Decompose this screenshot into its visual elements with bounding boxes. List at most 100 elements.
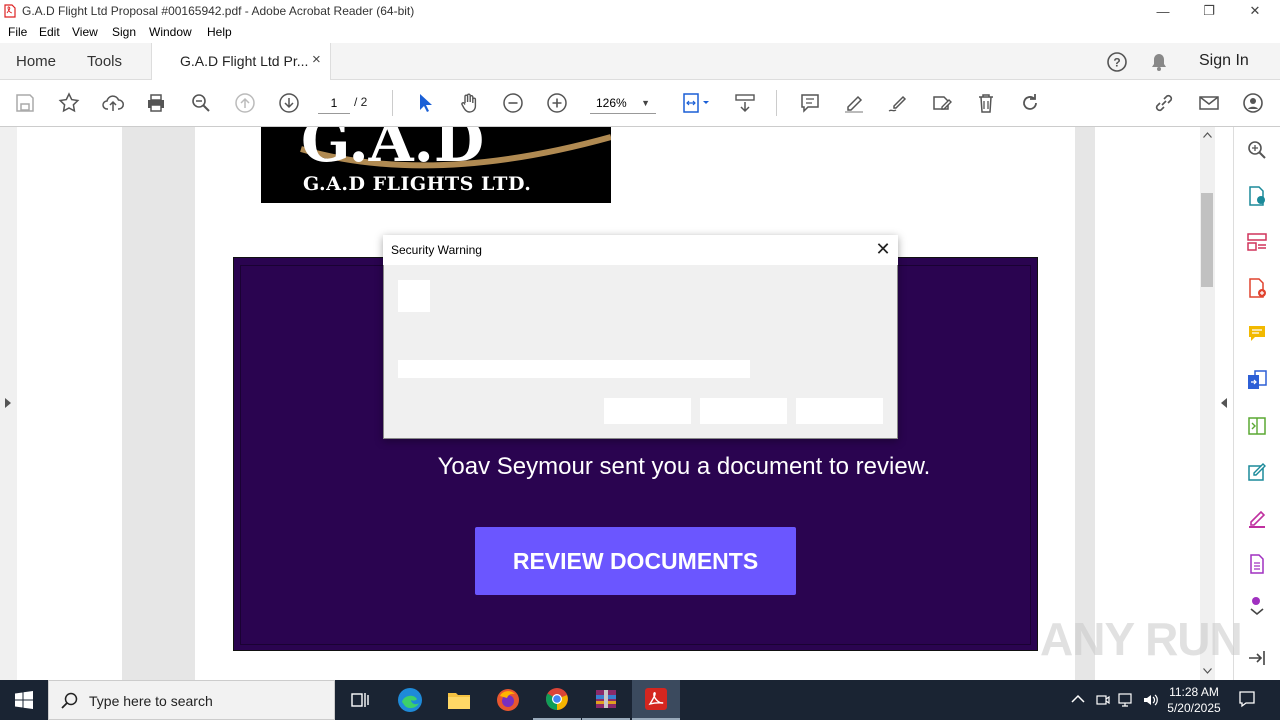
page-up-icon[interactable] (231, 89, 259, 117)
help-icon[interactable]: ? (1106, 51, 1128, 73)
page-number-input[interactable]: 1 (318, 92, 350, 114)
toolbar-divider (776, 90, 777, 116)
toolbar-divider (392, 90, 393, 116)
firefox-icon[interactable] (484, 680, 532, 720)
dialog-close-button[interactable]: ✕ (872, 238, 894, 260)
acrobat-taskbar-icon[interactable] (632, 680, 680, 720)
zoom-in-icon[interactable] (543, 89, 571, 117)
hand-tool-icon[interactable] (455, 89, 483, 117)
svg-text:?: ? (1113, 56, 1120, 70)
menu-file[interactable]: File (8, 25, 27, 39)
chevron-right-icon (5, 398, 11, 408)
windows-logo-icon (15, 691, 33, 709)
chevron-down-icon: ▼ (641, 98, 650, 108)
restore-button[interactable]: ❐ (1186, 0, 1232, 22)
dialog-button-1[interactable] (604, 398, 691, 424)
anyrun-watermark: ANY RUN (1040, 613, 1243, 665)
page-margin-right (1095, 127, 1200, 680)
combine-files-icon[interactable] (1244, 367, 1270, 393)
scrollbar-thumb[interactable] (1201, 193, 1213, 287)
fill-sign-icon[interactable] (1244, 505, 1270, 531)
comment-icon[interactable] (796, 89, 824, 117)
taskbar-search-box[interactable]: Type here to search (48, 680, 335, 720)
menu-help[interactable]: Help (207, 25, 232, 39)
window-title: G.A.D Flight Ltd Proposal #00165942.pdf … (22, 4, 415, 18)
collapse-panel-icon[interactable] (1244, 645, 1270, 671)
tab-document-label: G.A.D Flight Ltd Pr... (180, 53, 309, 69)
zoom-level-select[interactable]: 126% ▼ (590, 92, 656, 114)
meet-now-icon[interactable] (1095, 692, 1111, 708)
bell-icon[interactable] (1149, 52, 1169, 72)
trash-icon[interactable] (972, 89, 1000, 117)
more-tools-icon[interactable] (1244, 593, 1270, 619)
tab-tools[interactable]: Tools (87, 53, 122, 70)
fit-page-icon[interactable] (676, 89, 714, 117)
account-add-icon[interactable] (1239, 89, 1267, 117)
sign-in-button[interactable]: Sign In (1199, 52, 1249, 70)
notifications-icon[interactable] (1238, 690, 1256, 708)
highlight-pen-icon[interactable] (840, 89, 868, 117)
start-button[interactable] (0, 680, 48, 720)
dialog-button-2[interactable] (700, 398, 787, 424)
edit-text-icon[interactable] (928, 89, 956, 117)
svg-text:G.A.D: G.A.D (301, 127, 484, 175)
comment-tool-icon[interactable] (1244, 321, 1270, 347)
task-view-icon[interactable] (336, 680, 384, 720)
left-panel-toggle[interactable] (0, 127, 17, 680)
zoom-search-icon[interactable] (187, 89, 215, 117)
collapse-right-panel-icon[interactable] (1220, 397, 1228, 409)
clock-date: 5/20/2025 (1167, 701, 1221, 715)
page-total: / 2 (354, 95, 368, 109)
star-icon[interactable] (55, 89, 83, 117)
menu-view[interactable]: View (72, 25, 98, 39)
volume-icon[interactable] (1142, 692, 1160, 708)
select-cursor-icon[interactable] (411, 89, 439, 117)
dialog-warning-icon (398, 280, 430, 312)
logo-company-name: G.A.D FLIGHTS LTD. (303, 173, 532, 195)
edge-browser-icon[interactable] (386, 680, 434, 720)
menu-sign[interactable]: Sign (112, 25, 136, 39)
tab-close-icon[interactable]: × (312, 51, 321, 68)
dialog-title: Security Warning (391, 243, 482, 257)
close-window-button[interactable]: ✕ (1232, 0, 1278, 22)
winrar-icon[interactable] (582, 680, 630, 720)
page-gutter-left (122, 127, 195, 680)
create-pdf-icon[interactable] (1244, 275, 1270, 301)
minimize-button[interactable]: — (1140, 0, 1186, 22)
tab-document[interactable]: G.A.D Flight Ltd Pr... × (151, 43, 331, 80)
network-icon[interactable] (1118, 692, 1136, 708)
compress-pdf-icon[interactable] (1244, 413, 1270, 439)
scroll-mode-icon[interactable] (731, 89, 759, 117)
email-icon[interactable] (1195, 89, 1223, 117)
organize-pages-icon[interactable] (1244, 229, 1270, 255)
scroll-up-icon[interactable] (1203, 132, 1212, 138)
zoom-tool-icon[interactable] (1244, 137, 1270, 163)
chevron-up-icon[interactable] (1071, 694, 1085, 704)
tab-home[interactable]: Home (16, 53, 56, 70)
document-tool-icon[interactable] (1244, 551, 1270, 577)
draw-signature-icon[interactable] (884, 89, 912, 117)
acrobat-pdf-icon (4, 4, 16, 18)
upload-cloud-icon[interactable] (99, 89, 127, 117)
print-icon[interactable] (142, 89, 170, 117)
dialog-button-3[interactable] (796, 398, 883, 424)
save-icon[interactable] (11, 89, 39, 117)
scroll-down-icon[interactable] (1203, 668, 1212, 674)
page-gutter-right (1075, 127, 1095, 680)
menu-edit[interactable]: Edit (39, 25, 60, 39)
menu-window[interactable]: Window (149, 25, 192, 39)
file-explorer-icon[interactable] (435, 680, 483, 720)
zoom-value: 126% (596, 96, 627, 110)
page-down-icon[interactable] (275, 89, 303, 117)
export-pdf-icon[interactable] (1244, 183, 1270, 209)
rotate-icon[interactable] (1016, 89, 1044, 117)
search-icon (61, 692, 78, 709)
chrome-icon[interactable] (533, 680, 581, 720)
window-titlebar: G.A.D Flight Ltd Proposal #00165942.pdf … (0, 0, 1280, 22)
taskbar-clock[interactable]: 11:28 AM 5/20/2025 (1160, 684, 1228, 716)
zoom-out-icon[interactable] (499, 89, 527, 117)
edit-pdf-icon[interactable] (1244, 459, 1270, 485)
review-documents-button[interactable]: REVIEW DOCUMENTS (475, 527, 796, 595)
share-link-icon[interactable] (1150, 89, 1178, 117)
tab-bar: Home Tools G.A.D Flight Ltd Pr... × ? (0, 43, 1280, 80)
